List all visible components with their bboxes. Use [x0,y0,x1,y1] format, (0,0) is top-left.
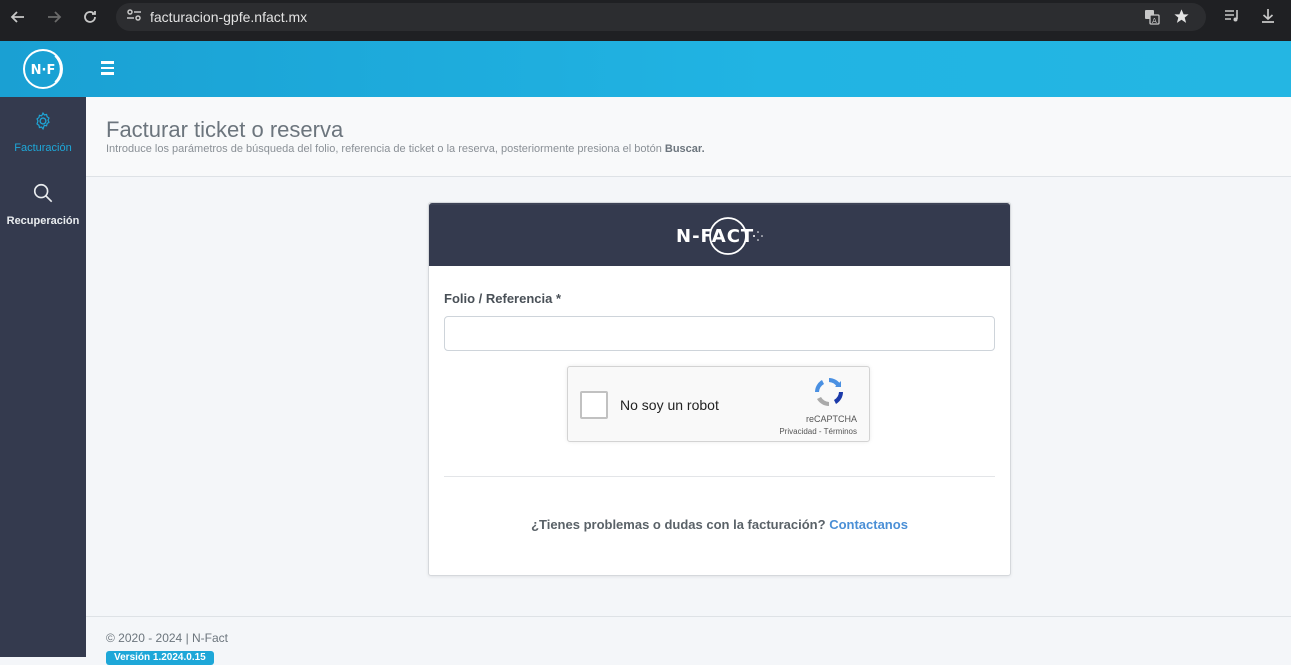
help-text: ¿Tienes problemas o dudas con la factura… [531,517,826,532]
card-header: N-FACT [429,203,1010,266]
hamburger-line [101,72,114,75]
folio-input[interactable] [444,316,995,351]
nfact-logo-icon: N-FACT [676,216,763,255]
page-description-bold: Buscar. [664,143,705,155]
bookmark-star-icon[interactable] [1173,8,1190,30]
menu-toggle-button[interactable] [98,57,118,79]
svg-text:A: A [1152,17,1157,25]
browser-toolbar-edge [0,34,1291,41]
site-settings-icon[interactable] [126,8,142,27]
footer-copyright: © 2020 - 2024 | N-Fact [106,631,229,645]
download-icon[interactable] [1260,8,1276,29]
browser-toolbar: facturacion-gpfe.nfact.mx A [0,0,1291,34]
sidebar-item-label: Facturación [14,141,72,154]
contact-link[interactable]: Contactanos [829,517,908,532]
nf-logo-icon: N·F [23,49,63,89]
media-control-icon[interactable] [1224,9,1240,28]
url-text: facturacion-gpfe.nfact.mx [150,9,308,25]
brand-logo[interactable]: N·F [0,41,86,97]
gear-icon [33,111,53,136]
hamburger-line [101,61,114,64]
recaptcha-brand: reCAPTCHA [805,414,857,424]
forward-arrow-icon[interactable] [42,5,66,29]
sidebar: Facturación Recuperación [0,97,86,657]
help-line: ¿Tienes problemas o dudas con la factura… [429,517,1010,532]
card-logo-text: N-FACT [676,226,754,247]
invoice-search-card: N-FACT Folio / Referencia * No soy un ro… [428,202,1011,576]
recaptcha-logo-icon [812,375,846,414]
version-badge: Versión 1.2024.0.15 [106,651,214,665]
recaptcha-widget: No soy un robot reCAPTCHA Privacidad - T… [567,366,870,442]
address-bar[interactable]: facturacion-gpfe.nfact.mx A [116,3,1206,31]
captcha-checkbox[interactable] [580,391,608,419]
page-title: Facturar ticket o reserva [106,117,344,142]
recaptcha-links[interactable]: Privacidad - Términos [779,427,857,436]
sidebar-item-recuperacion[interactable]: Recuperación [0,169,86,239]
sidebar-item-label: Recuperación [6,214,80,227]
hamburger-line [101,66,114,70]
reload-icon[interactable] [78,5,102,29]
app-header: N·F [0,41,1291,97]
page-description: Introduce los parámetros de búsqueda del… [106,143,705,155]
svg-text:N·F: N·F [31,63,56,78]
sidebar-item-facturacion[interactable]: Facturación [0,97,86,167]
page-description-text: Introduce los parámetros de búsqueda del… [106,143,662,155]
back-arrow-icon[interactable] [6,5,30,29]
translate-icon[interactable]: A [1144,9,1160,30]
search-icon [32,182,54,209]
folio-field-label: Folio / Referencia * [444,291,562,306]
divider [444,476,995,477]
footer: © 2020 - 2024 | N-Fact Versión 1.2024.0.… [86,616,1291,665]
content-header: Facturar ticket o reserva Introduce los … [86,97,1291,177]
captcha-label: No soy un robot [620,397,719,413]
